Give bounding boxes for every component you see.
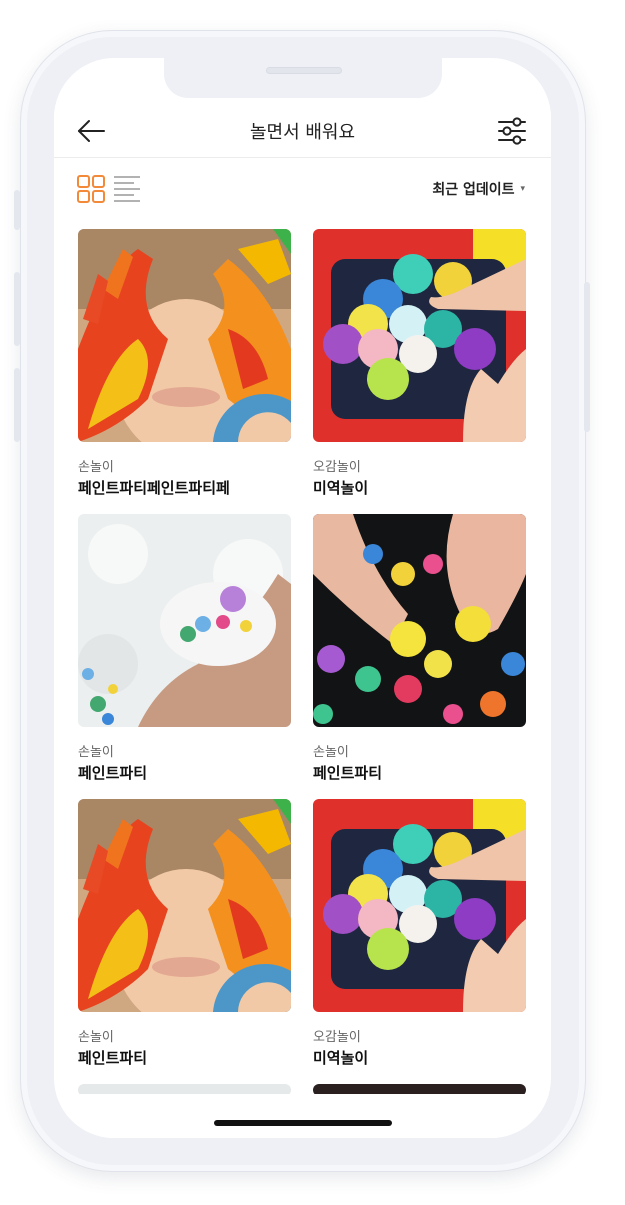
activity-thumbnail [78, 229, 291, 442]
sort-label: 최근 업데이트 [432, 182, 515, 198]
activity-name: 페인트파티 [313, 764, 383, 782]
activity-card[interactable]: 오감놀이 미역놀이 [313, 229, 526, 498]
notch [164, 58, 442, 98]
list-view-icon [114, 176, 140, 202]
activity-thumbnail [78, 514, 291, 727]
activity-card[interactable]: 오감놀이 미역놀이 [313, 799, 526, 1068]
phone-screen: 놀면서 배워요 최근 업데이트 ▾ 손놀이 페인트파티페인트파티페 오감놀이 미… [54, 58, 551, 1138]
activity-card[interactable]: 손놀이 페인트파티 [78, 514, 291, 783]
activity-name: 페인트파티 [78, 764, 148, 782]
activity-thumbnail [313, 799, 526, 1012]
speaker-grille [266, 67, 342, 74]
activity-card[interactable]: 손놀이 페인트파티 [313, 514, 526, 783]
activity-category: 오감놀이 [313, 460, 361, 475]
view-toolbar: 최근 업데이트 ▾ [54, 172, 551, 206]
activity-name: 페인트파티페인트파티페 [78, 479, 230, 497]
silent-switch [14, 190, 20, 230]
grid-view-icon [77, 175, 105, 203]
activity-category: 손놀이 [78, 460, 114, 475]
activity-category: 오감놀이 [313, 1030, 361, 1045]
bottom-safe-area [54, 1094, 551, 1138]
volume-down-button [14, 368, 20, 442]
home-indicator[interactable] [214, 1120, 392, 1126]
caret-down-icon: ▾ [520, 184, 525, 194]
sort-dropdown[interactable]: 최근 업데이트 ▾ [432, 179, 525, 199]
activity-category: 손놀이 [78, 745, 114, 760]
activity-name: 미역놀이 [313, 1049, 369, 1067]
activity-category: 손놀이 [313, 745, 349, 760]
activity-thumbnail [313, 229, 526, 442]
activity-card[interactable]: 손놀이 페인트파티 [78, 799, 291, 1068]
volume-up-button [14, 272, 20, 346]
activity-thumbnail [78, 799, 291, 1012]
power-button [584, 282, 590, 432]
activity-name: 미역놀이 [313, 479, 369, 497]
activity-name: 페인트파티 [78, 1049, 148, 1067]
activity-category: 손놀이 [78, 1030, 114, 1045]
filter-button[interactable] [495, 114, 529, 148]
page-title: 놀면서 배워요 [249, 122, 356, 143]
sliders-icon [498, 117, 526, 145]
grid-view-button[interactable] [76, 174, 106, 204]
activity-card[interactable]: 손놀이 페인트파티페인트파티페 [78, 229, 291, 498]
activity-thumbnail [313, 514, 526, 727]
list-view-button[interactable] [112, 174, 142, 204]
app-bar: 놀면서 배워요 [54, 104, 551, 158]
